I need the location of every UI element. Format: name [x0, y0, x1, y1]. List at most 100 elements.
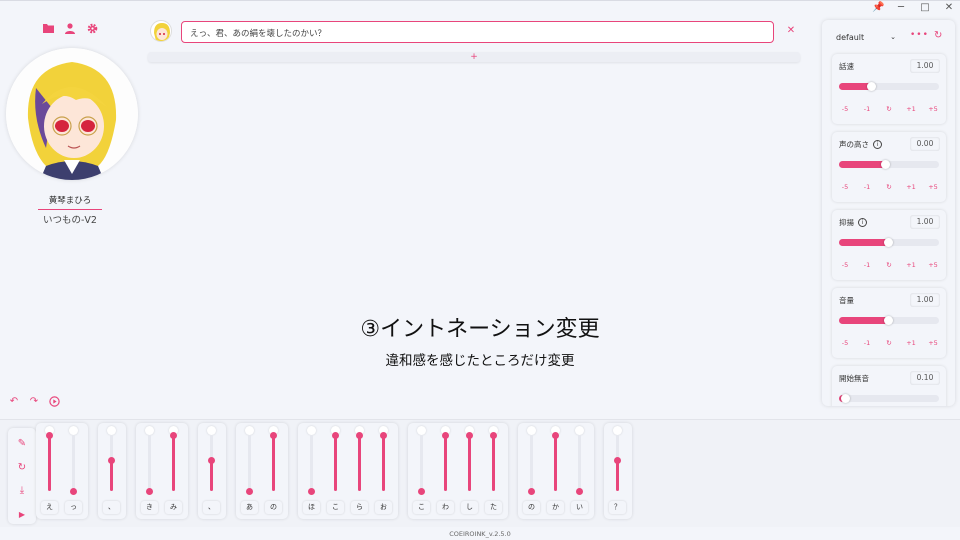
mora-slider[interactable]: ほ	[300, 423, 324, 519]
mora-knob[interactable]	[246, 488, 253, 495]
character-portrait[interactable]	[6, 48, 138, 180]
step-button[interactable]: -1	[858, 181, 876, 193]
edit-icon[interactable]: ✎	[16, 438, 28, 450]
parameter-value-input[interactable]: 1.00	[910, 215, 940, 229]
play-icon[interactable]: ▶	[16, 509, 28, 521]
sentence-speaker-avatar[interactable]	[150, 20, 172, 42]
parameter-slider[interactable]	[839, 316, 939, 325]
mora-knob[interactable]	[380, 432, 387, 439]
character-style-name[interactable]: いつもの-V2	[28, 212, 112, 226]
mora-slider[interactable]: っ	[62, 423, 86, 519]
step-button[interactable]: +1	[902, 103, 920, 115]
mora-slider[interactable]: の	[262, 423, 286, 519]
mora-knob[interactable]	[208, 457, 215, 465]
mora-toggle[interactable]	[207, 426, 216, 435]
mora-toggle[interactable]	[613, 426, 622, 435]
mora-toggle[interactable]	[527, 426, 536, 435]
parameter-slider[interactable]	[839, 82, 939, 91]
mora-slider[interactable]: わ	[434, 423, 458, 519]
mora-label[interactable]: こ	[327, 501, 344, 514]
step-button[interactable]: ↻	[880, 337, 898, 349]
step-button[interactable]: ↻	[880, 181, 898, 193]
step-button[interactable]: +1	[902, 337, 920, 349]
preset-reset-button[interactable]: ↻	[934, 30, 942, 41]
slider-knob[interactable]	[841, 394, 850, 403]
mora-knob[interactable]	[442, 432, 449, 439]
mora-label[interactable]: ほ	[303, 501, 320, 514]
mora-knob[interactable]	[108, 457, 115, 465]
slider-knob[interactable]	[884, 316, 893, 325]
mora-knob[interactable]	[46, 432, 53, 439]
sentence-input[interactable]: えっ、君、あの絹を壊したのかい？	[181, 21, 774, 43]
mora-knob[interactable]	[490, 432, 497, 439]
mora-slider[interactable]: お	[372, 423, 396, 519]
parameter-slider[interactable]	[839, 160, 939, 169]
parameter-slider[interactable]	[839, 394, 939, 403]
mora-label[interactable]: ら	[351, 501, 368, 514]
step-button[interactable]: -5	[836, 259, 854, 271]
mora-slider[interactable]: た	[482, 423, 506, 519]
mora-label[interactable]: え	[41, 501, 58, 514]
mora-toggle[interactable]	[245, 426, 254, 435]
pin-icon[interactable]: 📌	[872, 2, 884, 14]
mora-label[interactable]: き	[141, 501, 158, 514]
mora-label[interactable]: み	[165, 501, 182, 514]
download-icon[interactable]: ⤓	[16, 485, 28, 497]
minimize-button[interactable]: ─	[896, 2, 906, 14]
gear-icon[interactable]	[86, 22, 98, 34]
mora-slider[interactable]: こ	[324, 423, 348, 519]
maximize-button[interactable]: □	[920, 2, 930, 14]
parameter-value-input[interactable]: 0.00	[910, 137, 940, 151]
mora-slider[interactable]: 、	[200, 423, 224, 519]
mora-label[interactable]: 、	[103, 501, 120, 514]
parameter-value-input[interactable]: 0.10	[910, 371, 940, 385]
mora-toggle[interactable]	[69, 426, 78, 435]
mora-slider[interactable]: ら	[348, 423, 372, 519]
mora-toggle[interactable]	[307, 426, 316, 435]
mora-knob[interactable]	[270, 432, 277, 439]
mora-knob[interactable]	[528, 488, 535, 495]
sentence-remove-button[interactable]: ✕	[785, 25, 797, 37]
mora-knob[interactable]	[614, 457, 621, 465]
step-button[interactable]: ↻	[880, 103, 898, 115]
mora-label[interactable]: ？	[609, 501, 626, 514]
mora-label[interactable]: い	[571, 501, 588, 514]
user-icon[interactable]	[64, 22, 76, 34]
step-button[interactable]: -5	[836, 337, 854, 349]
mora-label[interactable]: の	[265, 501, 282, 514]
step-button[interactable]: +5	[924, 181, 942, 193]
mora-slider[interactable]: あ	[238, 423, 262, 519]
redo-icon[interactable]: ↷	[28, 396, 40, 408]
mora-label[interactable]: あ	[241, 501, 258, 514]
parameter-value-input[interactable]: 1.00	[910, 59, 940, 73]
mora-toggle[interactable]	[417, 426, 426, 435]
parameter-slider[interactable]	[839, 238, 939, 247]
mora-label[interactable]: わ	[437, 501, 454, 514]
mora-slider[interactable]: し	[458, 423, 482, 519]
mora-knob[interactable]	[170, 432, 177, 439]
info-icon[interactable]: i	[858, 218, 867, 227]
mora-knob[interactable]	[308, 488, 315, 495]
mora-label[interactable]: 、	[203, 501, 220, 514]
slider-knob[interactable]	[881, 160, 890, 169]
reset-icon[interactable]: ↻	[16, 462, 28, 474]
mora-label[interactable]: お	[375, 501, 392, 514]
mora-label[interactable]: し	[461, 501, 478, 514]
mora-knob[interactable]	[70, 488, 77, 495]
step-button[interactable]: -5	[836, 181, 854, 193]
mora-slider[interactable]: え	[38, 423, 62, 519]
mora-label[interactable]: か	[547, 501, 564, 514]
mora-knob[interactable]	[418, 488, 425, 495]
info-icon[interactable]: i	[873, 140, 882, 149]
step-button[interactable]: -5	[836, 103, 854, 115]
mora-slider[interactable]: き	[138, 423, 162, 519]
mora-label[interactable]: こ	[413, 501, 430, 514]
mora-slider[interactable]: ？	[606, 423, 630, 519]
mora-label[interactable]: た	[485, 501, 502, 514]
preset-select[interactable]: default ⌄	[834, 30, 898, 46]
step-button[interactable]: +1	[902, 181, 920, 193]
parameter-value-input[interactable]: 1.00	[910, 293, 940, 307]
mora-knob[interactable]	[146, 488, 153, 495]
step-button[interactable]: -1	[858, 337, 876, 349]
step-button[interactable]: +1	[902, 259, 920, 271]
